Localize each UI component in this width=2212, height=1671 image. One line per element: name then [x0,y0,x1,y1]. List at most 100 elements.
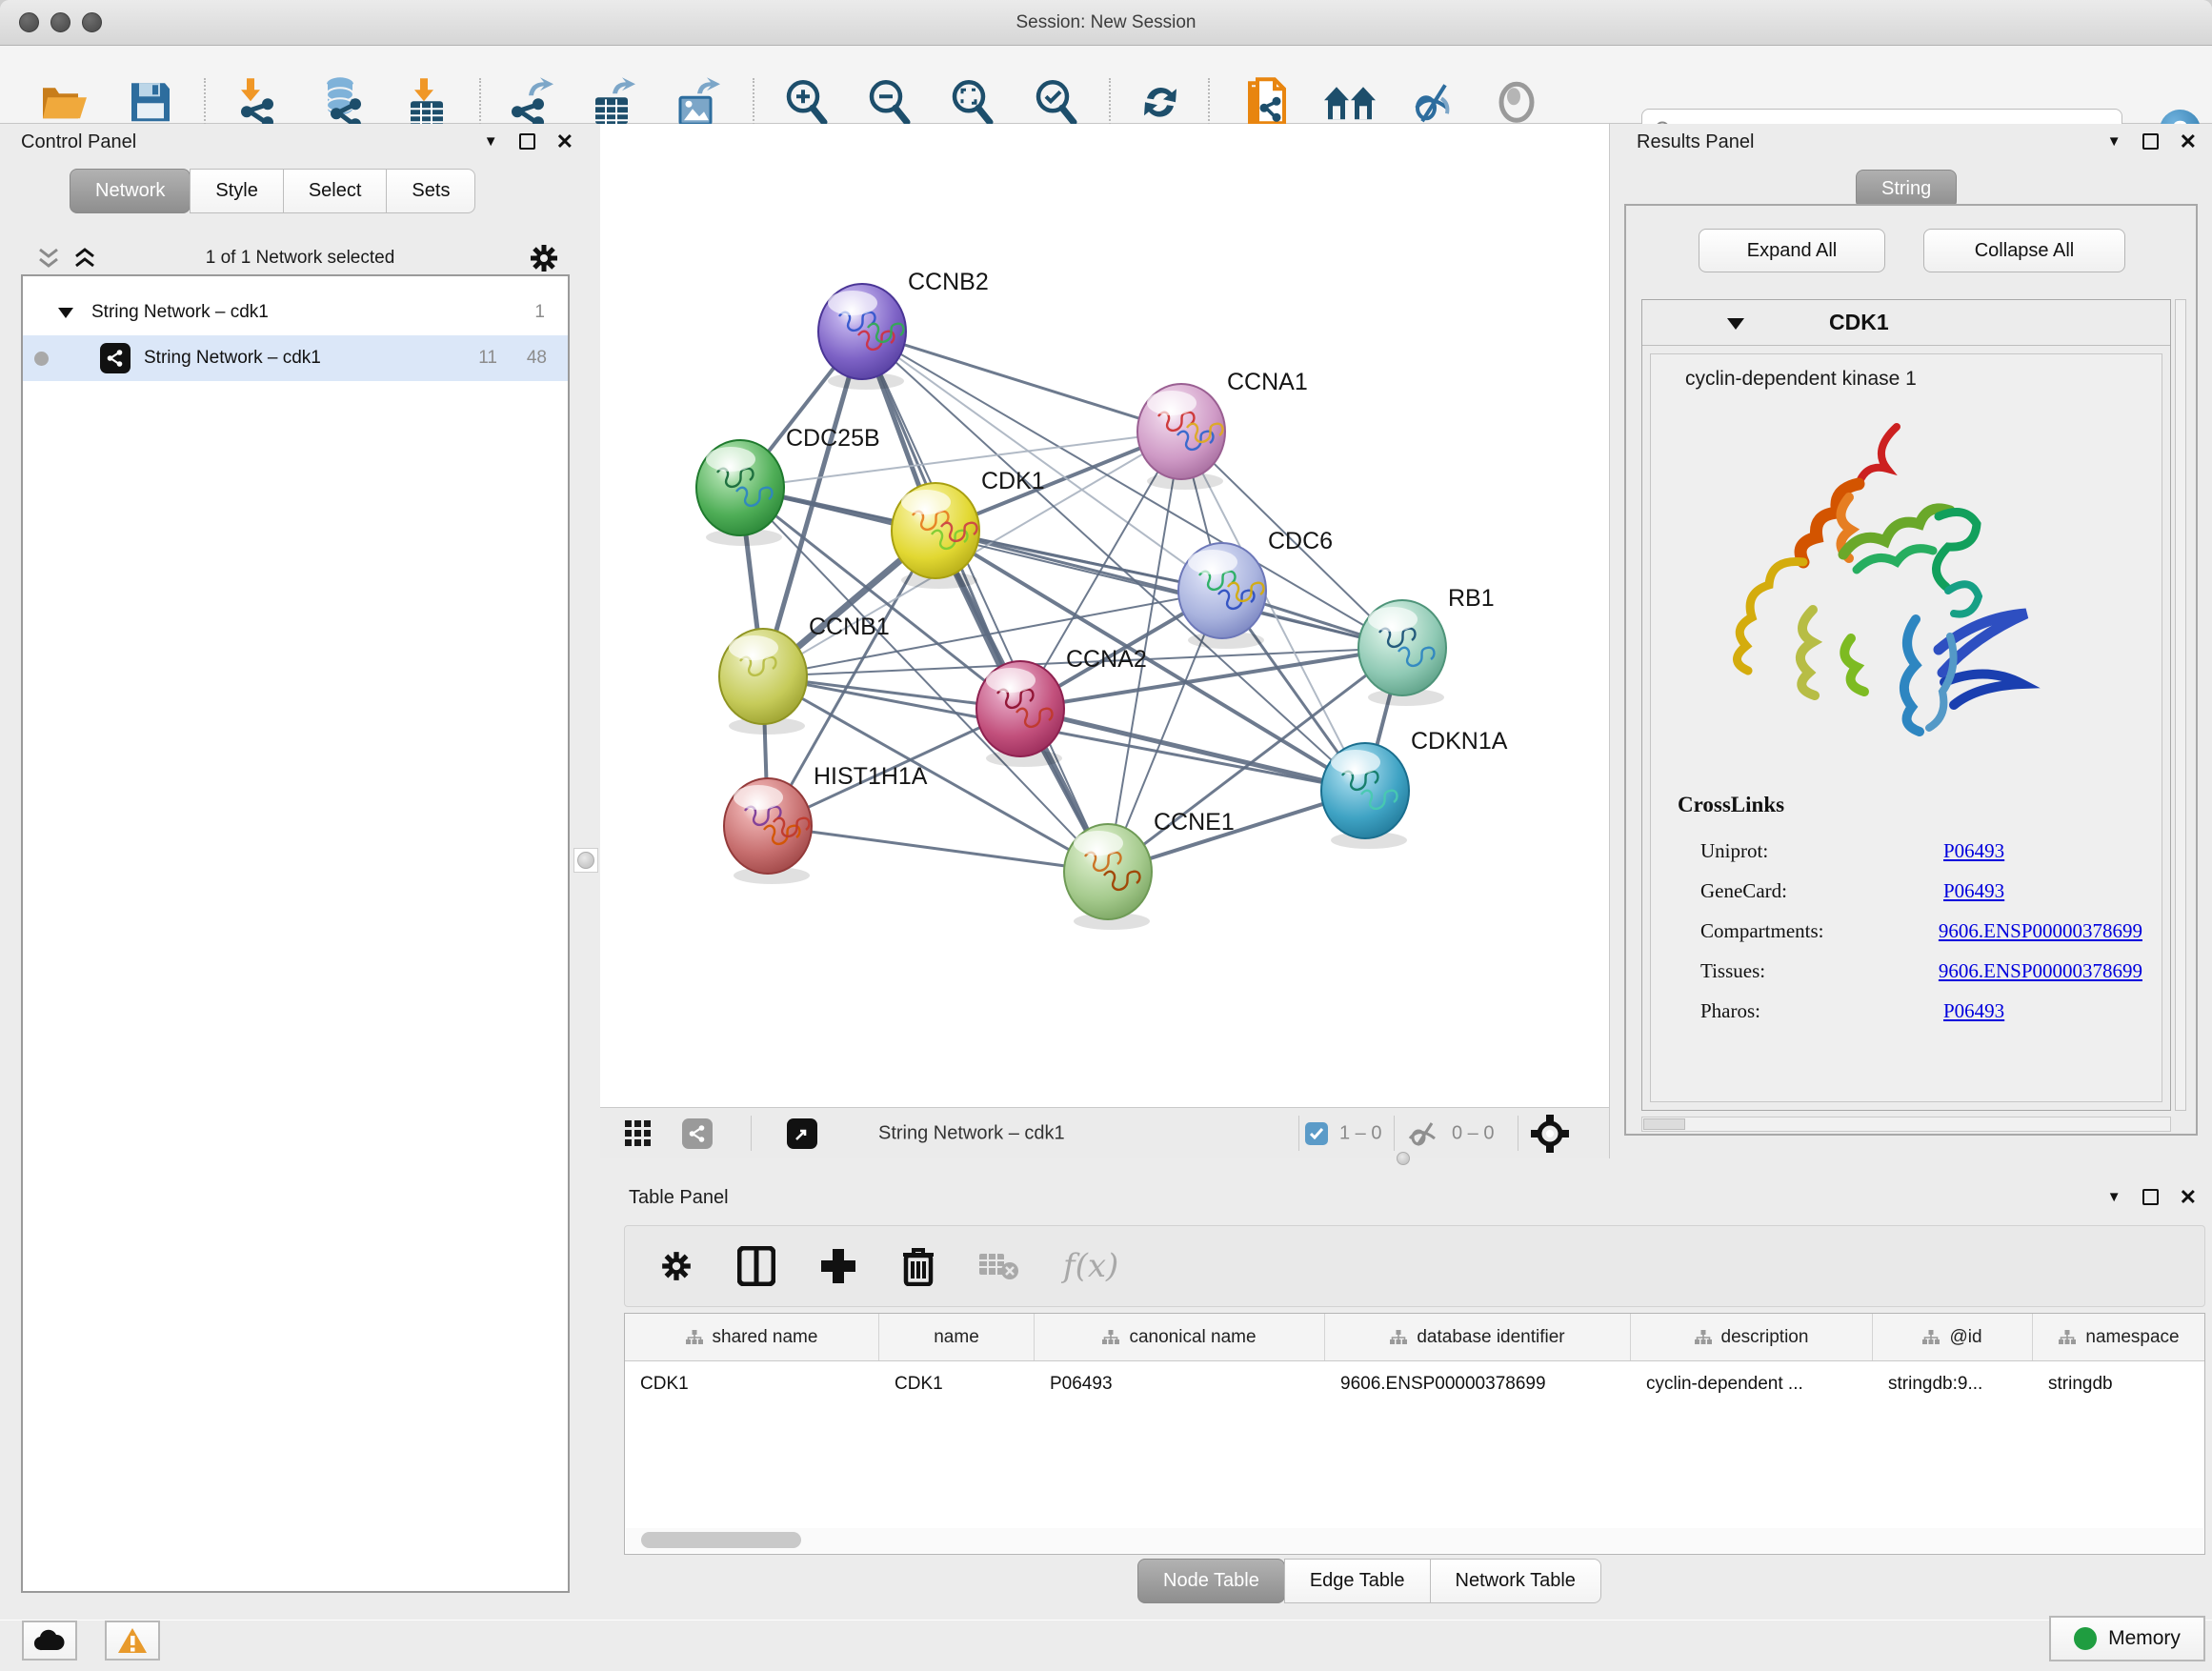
node-CDC6[interactable]: CDC6 [1178,528,1333,649]
node-CCNB2[interactable]: CCNB2 [818,269,989,390]
vertical-splitter-handle[interactable] [573,848,598,873]
crosslink-value-link[interactable]: 9606.ENSP00000378699 [1939,919,2142,943]
current-network-dot-icon [34,352,49,366]
column-header--id[interactable]: @id [1873,1314,2033,1360]
title-bar: Session: New Session [0,0,2212,46]
panel-float-icon[interactable] [2142,133,2159,150]
warning-status-button[interactable] [105,1621,160,1661]
selected-checkbox-icon[interactable] [1305,1122,1328,1145]
edge-CDKN1A-CCNA2[interactable] [1020,709,1365,791]
control-panel-tabs: NetworkStyleSelectSets [70,169,475,213]
panel-collapse-icon[interactable]: ▼ [2107,133,2122,150]
results-vertical-scrollbar[interactable] [2175,299,2186,1111]
birds-eye-view-icon[interactable] [1531,1115,1569,1153]
node-CDC25B[interactable]: CDC25B [696,425,880,546]
network-list: String Network – cdk1 1 String Network –… [21,274,570,1593]
panel-collapse-icon[interactable]: ▼ [484,133,498,150]
tab-network[interactable]: Network [70,169,191,213]
table-cell[interactable]: stringdb:9... [1873,1361,2033,1407]
collapse-all-button[interactable]: Collapse All [1923,229,2125,272]
disclosure-triangle-icon[interactable] [57,306,74,319]
status-bar: Memory [0,1620,2212,1671]
network-options-gear-icon[interactable] [528,242,560,274]
column-header-canonical-name[interactable]: canonical name [1035,1314,1325,1360]
table-cell[interactable]: cyclin-dependent ... [1631,1361,1873,1407]
crosslink-value-link[interactable]: P06493 [1943,839,2004,863]
status-divider [1394,1116,1395,1151]
network-collection-row[interactable]: String Network – cdk1 1 [23,290,568,335]
memory-status-button[interactable]: Memory [2049,1616,2205,1661]
table-cell[interactable]: 9606.ENSP00000378699 [1325,1361,1631,1407]
network-row-selected[interactable]: String Network – cdk1 11 48 [23,335,568,381]
tab-network-table[interactable]: Network Table [1430,1559,1601,1603]
tab-style[interactable]: Style [190,169,283,213]
crosslink-value-link[interactable]: 9606.ENSP00000378699 [1939,959,2142,983]
network-view-title: String Network – cdk1 [878,1122,1065,1144]
node-CDK1[interactable]: CDK1 [892,468,1045,589]
table-cell[interactable]: CDK1 [625,1361,879,1407]
panel-float-icon[interactable] [2142,1189,2159,1205]
crosslink-value-link[interactable]: P06493 [1943,999,2004,1023]
string-document-icon [1244,75,1290,129]
crosslink-row: Compartments:9606.ENSP00000378699 [1700,919,2142,943]
panel-close-icon[interactable]: ✕ [556,133,573,150]
column-header-namespace[interactable]: namespace [2033,1314,2205,1360]
delete-column-icon[interactable] [901,1246,935,1286]
tab-sets[interactable]: Sets [386,169,475,213]
node-RB1[interactable]: RB1 [1358,585,1495,706]
column-header-description[interactable]: description [1631,1314,1873,1360]
network-row-label: String Network – cdk1 [144,348,321,369]
crosslinks-list: Uniprot:P06493GeneCard:P06493Compartment… [1700,823,2142,1023]
table-settings-gear-icon[interactable] [659,1249,694,1283]
node-label-CDC25B: CDC25B [786,425,880,452]
table-splitter-handle[interactable] [1397,1152,1410,1165]
open-in-window-icon[interactable] [787,1118,817,1149]
edge-CCNB2-CCNE1[interactable] [862,332,1108,872]
show-columns-icon[interactable] [737,1246,775,1286]
network-graph[interactable]: CCNB2CCNA1CDC25BCDK1CDC6RB1CCNB1CCNA2CDK… [600,124,1610,1107]
tab-node-table[interactable]: Node Table [1137,1559,1285,1603]
add-column-icon[interactable] [819,1247,857,1285]
network-status-bar: String Network – cdk1 1 – 0 0 – 0 [600,1107,1609,1158]
export-network-icon [508,76,555,128]
hidden-count: 0 – 0 [1452,1122,1494,1144]
node-CCNE1[interactable]: CCNE1 [1064,809,1235,930]
panel-collapse-icon[interactable]: ▼ [2107,1189,2122,1205]
delete-table-icon[interactable] [979,1250,1019,1282]
table-cell[interactable]: stringdb [2033,1361,2205,1407]
node-CCNB1[interactable]: CCNB1 [719,614,890,735]
disclosure-triangle-icon[interactable] [1726,316,1745,331]
grid-view-icon[interactable] [625,1120,652,1147]
table-horizontal-scrollbar[interactable] [626,1528,2203,1553]
edge-CCNB2-CCNA1[interactable] [862,332,1181,432]
column-header-shared-name[interactable]: shared name [625,1314,879,1360]
tab-string[interactable]: String [1856,170,1957,209]
table-row[interactable]: CDK1CDK1P064939606.ENSP00000378699cyclin… [625,1361,2204,1407]
eye-icon [1493,81,1540,123]
table-cell[interactable]: P06493 [1035,1361,1325,1407]
panel-float-icon[interactable] [519,133,535,150]
tab-edge-table[interactable]: Edge Table [1284,1559,1431,1603]
column-header-database-identifier[interactable]: database identifier [1325,1314,1631,1360]
table-cell[interactable]: CDK1 [879,1361,1035,1407]
results-horizontal-scrollbar[interactable] [1641,1117,2171,1132]
panel-close-icon[interactable]: ✕ [2180,1189,2197,1205]
crosslink-value-link[interactable]: P06493 [1943,879,2004,903]
edge-HIST1H1A-CCNE1[interactable] [768,826,1108,872]
scrollbar-thumb[interactable] [641,1532,801,1548]
gene-entry-header[interactable]: CDK1 [1642,300,2170,346]
fit-content-icon [948,77,995,127]
function-builder-icon[interactable]: f(x) [1063,1247,1118,1285]
panel-close-icon[interactable]: ✕ [2180,133,2197,150]
node-CDKN1A[interactable]: CDKN1A [1321,728,1508,849]
gene-entry-cdk1: CDK1 cyclin-dependent kinase 1 [1641,299,2171,1111]
main-toolbar: ? [0,46,2212,124]
column-header-name[interactable]: name [879,1314,1035,1360]
node-HIST1H1A[interactable]: HIST1H1A [724,763,928,884]
node-label-HIST1H1A: HIST1H1A [814,763,928,790]
network-view-icon[interactable] [682,1118,713,1149]
string-results-box: Expand All Collapse All CDK1 cyclin-depe… [1624,204,2198,1136]
expand-all-button[interactable]: Expand All [1699,229,1885,272]
cloud-status-button[interactable] [22,1621,77,1661]
tab-select[interactable]: Select [283,169,388,213]
